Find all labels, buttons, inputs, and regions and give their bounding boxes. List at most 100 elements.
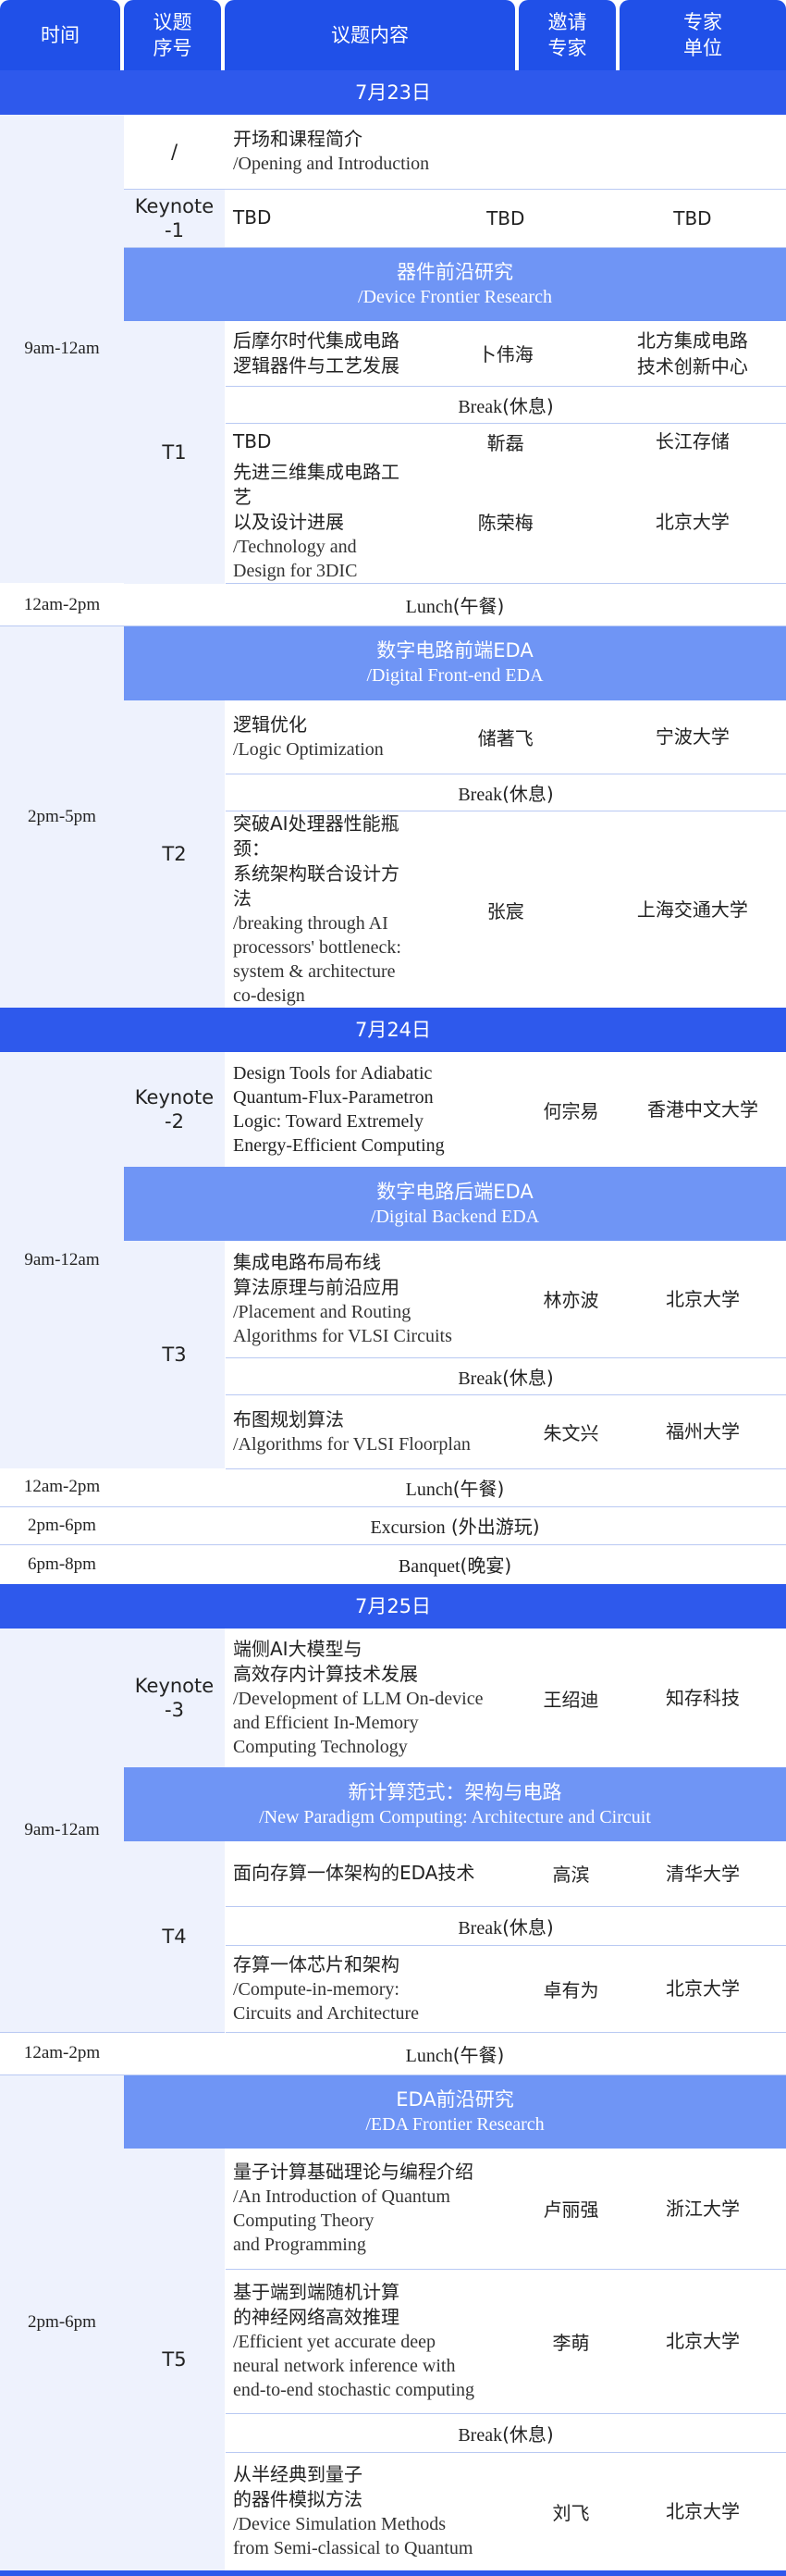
topic-cell: 先进三维集成电路工艺 以及设计进展 /Technology and Design… — [226, 460, 412, 584]
time-slot: 6pm-8pm — [0, 1544, 124, 1584]
time-slot: 9am-12am — [0, 1052, 124, 1468]
expert-unit: 北京大学 — [620, 2452, 786, 2570]
topic-en: /Logic Optimization — [233, 737, 412, 762]
topic-cell: 逻辑优化 /Logic Optimization — [226, 700, 412, 774]
topic-cn: 从半经典到量子 的器件模拟方法 — [233, 2462, 522, 2512]
topic-cn: 基于端到端随机计算 的神经网络高效推理 — [233, 2280, 522, 2330]
topic-en: /Development of LLM On-device and Effici… — [233, 1687, 522, 1759]
expert-unit: 北方集成电路 技术创新中心 — [599, 321, 786, 386]
day-header-0724: 7月24日 — [0, 1008, 786, 1052]
section-cn: 新计算范式：架构与电路 — [124, 1780, 786, 1805]
topic-number: T3 — [124, 1241, 226, 1468]
section-cn: 数字电路后端EDA — [124, 1180, 786, 1205]
excursion-cn: (外出游玩) — [446, 1516, 540, 1538]
break-row: Break(休息) — [226, 1357, 786, 1394]
lunch-cn: (午餐) — [453, 2044, 505, 2066]
break-row: Break(休息) — [226, 1906, 786, 1945]
topic-cn: 突破AI处理器性能瓶颈： 系统架构联合设计方法 — [233, 811, 412, 911]
time-slot: 2pm-5pm — [0, 626, 124, 1009]
break-cn: (休息) — [502, 783, 554, 805]
section-en: /New Paradigm Computing: Architecture an… — [124, 1805, 786, 1829]
topic-cell: 开场和课程简介 /Opening and Introduction — [226, 115, 786, 189]
header-expert: 邀请 专家 — [519, 0, 616, 70]
topic-cn: 面向存算一体架构的EDA技术 — [226, 1841, 523, 1906]
expert-unit: 北京大学 — [620, 2269, 786, 2413]
topic-en: /Technology and Design for 3DIC — [233, 535, 412, 583]
expert-unit: 北京大学 — [620, 1945, 786, 2032]
day3-table: 9am-12am Keynote -3 端侧AI大模型与 高效存内计算技术发展 … — [0, 1629, 786, 2570]
expert-name: 靳磊 — [412, 423, 599, 460]
expert-name: 卜伟海 — [412, 321, 599, 386]
expert-unit: 长江存储 — [599, 423, 786, 460]
expert-unit: 宁波大学 — [599, 700, 786, 774]
topic-en: /Compute-in-memory: Circuits and Archite… — [233, 1977, 522, 2025]
excursion-row: Excursion (外出游玩) — [124, 1506, 786, 1544]
expert-unit: 北京大学 — [599, 460, 786, 584]
section-header: 器件前沿研究 /Device Frontier Research — [124, 247, 786, 321]
break-row: Break(休息) — [226, 774, 786, 811]
expert-name: 卓有为 — [522, 1945, 620, 2032]
section-en: /Digital Backend EDA — [124, 1205, 786, 1229]
expert-unit: 浙江大学 — [620, 2149, 786, 2269]
topic-cn: TBD — [226, 423, 412, 460]
day-header-0723: 7月23日 — [0, 70, 786, 115]
topic-cell: 突破AI处理器性能瓶颈： 系统架构联合设计方法 /breaking throug… — [226, 811, 412, 1009]
topic-cell: 端侧AI大模型与 高效存内计算技术发展 /Development of LLM … — [226, 1629, 523, 1767]
topic-number: T4 — [124, 1841, 226, 2032]
break-cn: (休息) — [502, 1916, 554, 1938]
topic-en: /An Introduction of Quantum Computing Th… — [233, 2185, 522, 2257]
lunch-cn: (午餐) — [453, 595, 505, 617]
section-en: /Device Frontier Research — [124, 285, 786, 309]
topic-number: / — [124, 115, 226, 189]
header-content: 议题内容 — [225, 0, 515, 70]
time-slot: 12am-2pm — [0, 1468, 124, 1506]
section-header: 数字电路前端EDA /Digital Front-end EDA — [124, 626, 786, 700]
topic-en: /Opening and Introduction — [233, 152, 786, 176]
excursion-en: Excursion — [370, 1517, 445, 1538]
topic-number: T5 — [124, 2149, 226, 2570]
topic-en: /Device Simulation Methods from Semi-cla… — [233, 2512, 522, 2560]
topic-en: /Algorithms for VLSI Floorplan — [233, 1432, 522, 1456]
time-slot: 2pm-6pm — [0, 2074, 124, 2570]
lunch-row: Lunch(午餐) — [124, 1468, 786, 1506]
lunch-cn: (午餐) — [453, 1478, 505, 1500]
time-slot: 12am-2pm — [0, 584, 124, 626]
topic-en: Design Tools for Adiabatic Quantum-Flux-… — [233, 1061, 522, 1158]
lunch-row: Lunch(午餐) — [124, 584, 786, 626]
topic-cn: TBD — [226, 189, 412, 247]
section-cn: 数字电路前端EDA — [124, 638, 786, 663]
topic-cn: 后摩尔时代集成电路 逻辑器件与工艺发展 — [226, 321, 412, 386]
expert-unit: 知存科技 — [620, 1629, 786, 1767]
expert-unit: 清华大学 — [620, 1841, 786, 1906]
expert-unit: 北京大学 — [620, 1241, 786, 1357]
break-en: Break — [458, 2425, 502, 2446]
expert-name: 储著飞 — [412, 700, 599, 774]
topic-en: /Efficient yet accurate deep neural netw… — [233, 2330, 522, 2402]
section-cn: 器件前沿研究 — [124, 260, 786, 285]
expert-name: 林亦波 — [522, 1241, 620, 1357]
topic-number: Keynote -2 — [124, 1052, 226, 1167]
break-row: Break(休息) — [226, 2413, 786, 2452]
header-number: 议题 序号 — [124, 0, 221, 70]
expert-name: 王绍迪 — [522, 1629, 620, 1767]
topic-cn: 集成电路布局布线 算法原理与前沿应用 — [233, 1250, 522, 1300]
break-row: Break(休息) — [226, 386, 786, 423]
expert-name: 张宸 — [412, 811, 599, 1009]
expert-unit: 香港中文大学 — [620, 1052, 786, 1167]
expert-name: 高滨 — [522, 1841, 620, 1906]
section-en: /Digital Front-end EDA — [124, 663, 786, 687]
schedule-page: 时间 议题 序号 议题内容 邀请 专家 专家 单位 7月23日 9am-12am… — [0, 0, 786, 2576]
expert-name: 朱文兴 — [522, 1394, 620, 1468]
break-cn: (休息) — [502, 2423, 554, 2446]
break-cn: (休息) — [502, 1367, 554, 1389]
topic-cn: 量子计算基础理论与编程介绍 — [233, 2160, 522, 2185]
topic-cell: 存算一体芯片和架构 /Compute-in-memory: Circuits a… — [226, 1945, 523, 2032]
section-cn: EDA前沿研究 — [124, 2087, 786, 2112]
expert-unit: 福州大学 — [620, 1394, 786, 1468]
table-header: 时间 议题 序号 议题内容 邀请 专家 专家 单位 — [0, 0, 786, 70]
lunch-en: Lunch — [406, 2046, 453, 2066]
topic-cell: 基于端到端随机计算 的神经网络高效推理 /Efficient yet accur… — [226, 2269, 523, 2413]
break-en: Break — [458, 1368, 502, 1389]
break-en: Break — [458, 397, 502, 417]
banquet-en: Banquet — [399, 1556, 461, 1577]
